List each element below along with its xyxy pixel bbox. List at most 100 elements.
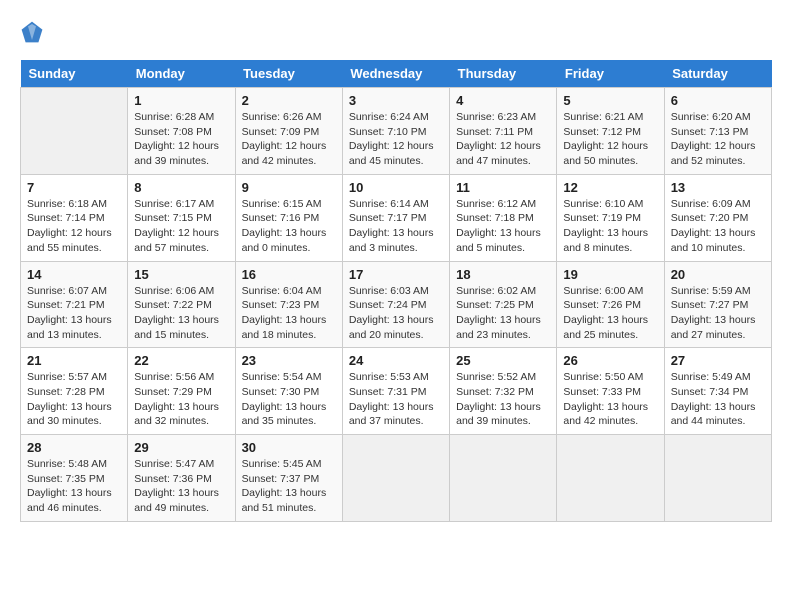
calendar-cell: 13 Sunrise: 6:09 AMSunset: 7:20 PMDayligh… — [664, 174, 771, 261]
day-number: 17 — [349, 267, 443, 282]
day-info: Sunrise: 5:56 AMSunset: 7:29 PMDaylight:… — [134, 370, 228, 429]
day-info: Sunrise: 6:07 AMSunset: 7:21 PMDaylight:… — [27, 284, 121, 343]
day-info: Sunrise: 5:48 AMSunset: 7:35 PMDaylight:… — [27, 457, 121, 516]
day-number: 26 — [563, 353, 657, 368]
calendar-week-row: 21 Sunrise: 5:57 AMSunset: 7:28 PMDayligh… — [21, 348, 772, 435]
weekday-header: Friday — [557, 60, 664, 88]
day-info: Sunrise: 5:59 AMSunset: 7:27 PMDaylight:… — [671, 284, 765, 343]
calendar-cell — [342, 435, 449, 522]
day-info: Sunrise: 5:49 AMSunset: 7:34 PMDaylight:… — [671, 370, 765, 429]
calendar-table: SundayMondayTuesdayWednesdayThursdayFrid… — [20, 60, 772, 522]
day-info: Sunrise: 5:53 AMSunset: 7:31 PMDaylight:… — [349, 370, 443, 429]
calendar-header-row: SundayMondayTuesdayWednesdayThursdayFrid… — [21, 60, 772, 88]
calendar-cell: 8 Sunrise: 6:17 AMSunset: 7:15 PMDaylight… — [128, 174, 235, 261]
calendar-cell: 7 Sunrise: 6:18 AMSunset: 7:14 PMDaylight… — [21, 174, 128, 261]
day-number: 16 — [242, 267, 336, 282]
logo-icon — [20, 20, 44, 44]
day-info: Sunrise: 6:14 AMSunset: 7:17 PMDaylight:… — [349, 197, 443, 256]
day-number: 24 — [349, 353, 443, 368]
day-info: Sunrise: 6:28 AMSunset: 7:08 PMDaylight:… — [134, 110, 228, 169]
day-info: Sunrise: 6:09 AMSunset: 7:20 PMDaylight:… — [671, 197, 765, 256]
calendar-week-row: 1 Sunrise: 6:28 AMSunset: 7:08 PMDaylight… — [21, 88, 772, 175]
day-number: 23 — [242, 353, 336, 368]
day-number: 18 — [456, 267, 550, 282]
calendar-cell: 6Sunrise: 6:20 AMSunset: 7:13 PMDaylight… — [664, 88, 771, 175]
weekday-header: Wednesday — [342, 60, 449, 88]
weekday-header: Sunday — [21, 60, 128, 88]
day-info: Sunrise: 5:45 AMSunset: 7:37 PMDaylight:… — [242, 457, 336, 516]
calendar-cell: 1 Sunrise: 6:28 AMSunset: 7:08 PMDaylight… — [128, 88, 235, 175]
calendar-cell: 9 Sunrise: 6:15 AMSunset: 7:16 PMDaylight… — [235, 174, 342, 261]
day-number: 8 — [134, 180, 228, 195]
day-number: 11 — [456, 180, 550, 195]
calendar-cell: 17 Sunrise: 6:03 AMSunset: 7:24 PMDayligh… — [342, 261, 449, 348]
day-number: 1 — [134, 93, 228, 108]
day-info: Sunrise: 6:00 AMSunset: 7:26 PMDaylight:… — [563, 284, 657, 343]
calendar-cell: 14 Sunrise: 6:07 AMSunset: 7:21 PMDayligh… — [21, 261, 128, 348]
day-info: Sunrise: 6:26 AMSunset: 7:09 PMDaylight:… — [242, 110, 336, 169]
day-info: Sunrise: 6:24 AMSunset: 7:10 PMDaylight:… — [349, 110, 443, 169]
day-info: Sunrise: 6:23 AMSunset: 7:11 PMDaylight:… — [456, 110, 550, 169]
calendar-cell — [664, 435, 771, 522]
calendar-cell: 12 Sunrise: 6:10 AMSunset: 7:19 PMDayligh… — [557, 174, 664, 261]
day-number: 28 — [27, 440, 121, 455]
calendar-week-row: 7 Sunrise: 6:18 AMSunset: 7:14 PMDaylight… — [21, 174, 772, 261]
calendar-cell: 3Sunrise: 6:24 AMSunset: 7:10 PMDaylight… — [342, 88, 449, 175]
calendar-cell: 25 Sunrise: 5:52 AMSunset: 7:32 PMDayligh… — [450, 348, 557, 435]
day-info: Sunrise: 5:50 AMSunset: 7:33 PMDaylight:… — [563, 370, 657, 429]
day-info: Sunrise: 6:04 AMSunset: 7:23 PMDaylight:… — [242, 284, 336, 343]
calendar-cell: 2Sunrise: 6:26 AMSunset: 7:09 PMDaylight… — [235, 88, 342, 175]
day-number: 22 — [134, 353, 228, 368]
day-number: 10 — [349, 180, 443, 195]
day-info: Sunrise: 6:17 AMSunset: 7:15 PMDaylight:… — [134, 197, 228, 256]
calendar-cell: 21 Sunrise: 5:57 AMSunset: 7:28 PMDayligh… — [21, 348, 128, 435]
calendar-cell: 20 Sunrise: 5:59 AMSunset: 7:27 PMDayligh… — [664, 261, 771, 348]
day-number: 15 — [134, 267, 228, 282]
page-header — [20, 20, 772, 44]
day-number: 13 — [671, 180, 765, 195]
day-info: Sunrise: 6:03 AMSunset: 7:24 PMDaylight:… — [349, 284, 443, 343]
calendar-cell: 28 Sunrise: 5:48 AMSunset: 7:35 PMDayligh… — [21, 435, 128, 522]
weekday-header: Tuesday — [235, 60, 342, 88]
day-number: 30 — [242, 440, 336, 455]
day-info: Sunrise: 6:15 AMSunset: 7:16 PMDaylight:… — [242, 197, 336, 256]
day-info: Sunrise: 6:20 AMSunset: 7:13 PMDaylight:… — [671, 110, 765, 169]
day-number: 14 — [27, 267, 121, 282]
day-info: Sunrise: 6:02 AMSunset: 7:25 PMDaylight:… — [456, 284, 550, 343]
day-number: 19 — [563, 267, 657, 282]
day-info: Sunrise: 6:12 AMSunset: 7:18 PMDaylight:… — [456, 197, 550, 256]
day-number: 5 — [563, 93, 657, 108]
day-number: 20 — [671, 267, 765, 282]
weekday-header: Monday — [128, 60, 235, 88]
calendar-cell: 16 Sunrise: 6:04 AMSunset: 7:23 PMDayligh… — [235, 261, 342, 348]
day-number: 7 — [27, 180, 121, 195]
day-info: Sunrise: 5:54 AMSunset: 7:30 PMDaylight:… — [242, 370, 336, 429]
day-info: Sunrise: 6:18 AMSunset: 7:14 PMDaylight:… — [27, 197, 121, 256]
calendar-cell: 26 Sunrise: 5:50 AMSunset: 7:33 PMDayligh… — [557, 348, 664, 435]
weekday-header: Saturday — [664, 60, 771, 88]
day-info: Sunrise: 5:57 AMSunset: 7:28 PMDaylight:… — [27, 370, 121, 429]
calendar-cell: 23 Sunrise: 5:54 AMSunset: 7:30 PMDayligh… — [235, 348, 342, 435]
calendar-week-row: 28 Sunrise: 5:48 AMSunset: 7:35 PMDayligh… — [21, 435, 772, 522]
calendar-cell: 30 Sunrise: 5:45 AMSunset: 7:37 PMDayligh… — [235, 435, 342, 522]
day-number: 21 — [27, 353, 121, 368]
weekday-header: Thursday — [450, 60, 557, 88]
calendar-cell — [450, 435, 557, 522]
calendar-cell: 18 Sunrise: 6:02 AMSunset: 7:25 PMDayligh… — [450, 261, 557, 348]
day-number: 9 — [242, 180, 336, 195]
day-info: Sunrise: 6:10 AMSunset: 7:19 PMDaylight:… — [563, 197, 657, 256]
day-info: Sunrise: 6:06 AMSunset: 7:22 PMDaylight:… — [134, 284, 228, 343]
calendar-week-row: 14 Sunrise: 6:07 AMSunset: 7:21 PMDayligh… — [21, 261, 772, 348]
calendar-cell: 5Sunrise: 6:21 AMSunset: 7:12 PMDaylight… — [557, 88, 664, 175]
day-number: 25 — [456, 353, 550, 368]
calendar-cell — [557, 435, 664, 522]
day-number: 12 — [563, 180, 657, 195]
calendar-cell: 22 Sunrise: 5:56 AMSunset: 7:29 PMDayligh… — [128, 348, 235, 435]
calendar-cell: 10 Sunrise: 6:14 AMSunset: 7:17 PMDayligh… — [342, 174, 449, 261]
logo — [20, 20, 48, 44]
day-info: Sunrise: 5:52 AMSunset: 7:32 PMDaylight:… — [456, 370, 550, 429]
calendar-cell: 15 Sunrise: 6:06 AMSunset: 7:22 PMDayligh… — [128, 261, 235, 348]
calendar-cell: 4Sunrise: 6:23 AMSunset: 7:11 PMDaylight… — [450, 88, 557, 175]
calendar-cell — [21, 88, 128, 175]
calendar-cell: 27Sunrise: 5:49 AMSunset: 7:34 PMDayligh… — [664, 348, 771, 435]
